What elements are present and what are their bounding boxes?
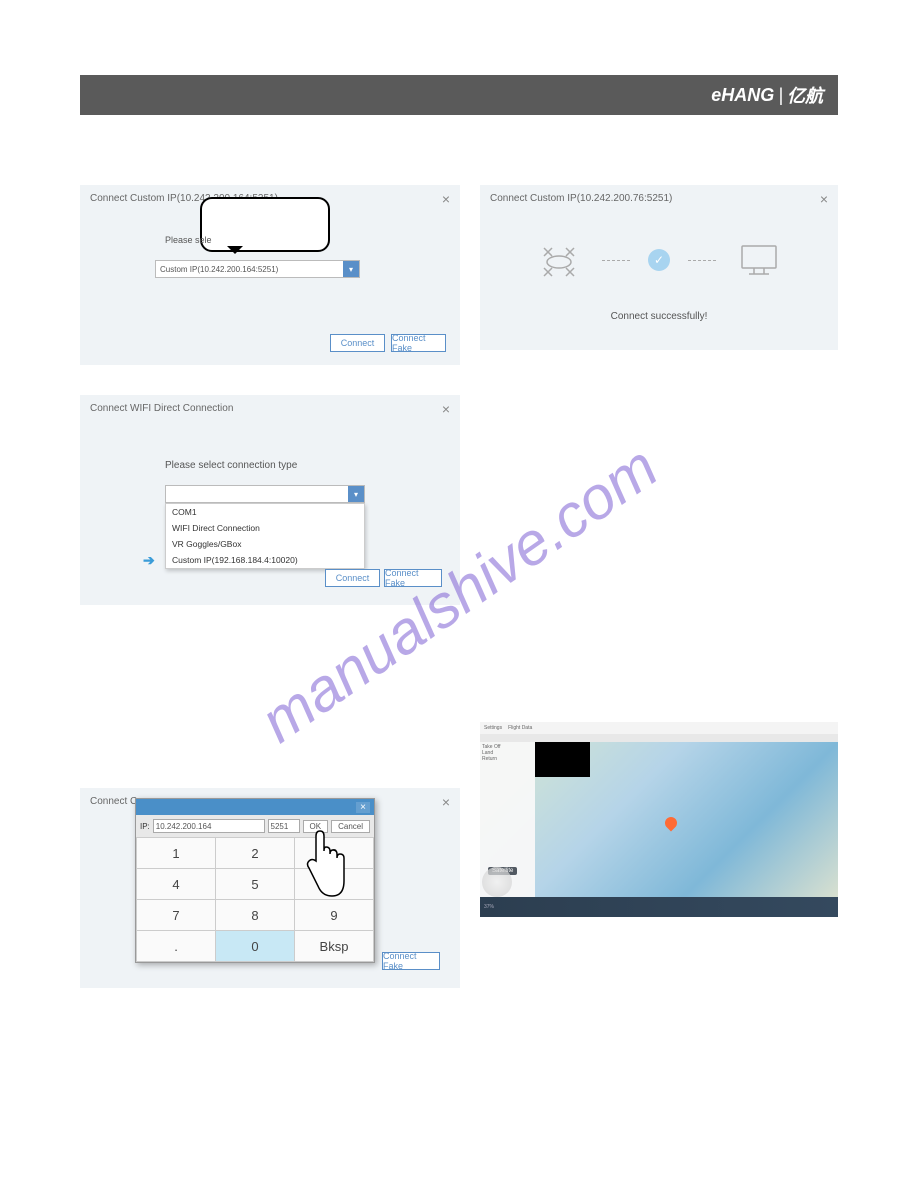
success-message: Connect successfully! — [480, 311, 838, 322]
key-7[interactable]: 7 — [137, 900, 215, 930]
dropdown-value: Custom IP(10.242.200.164:5251) — [160, 265, 278, 274]
pointer-arrow-icon: ➔ — [143, 552, 155, 569]
connection-dropdown[interactable]: Custom IP(10.242.200.164:5251) ▾ — [155, 260, 360, 278]
map-application-screenshot: Settings Flight Data Take Off Land Retur… — [480, 722, 838, 917]
battery-indicator: 37% — [484, 904, 494, 910]
keypad-titlebar: × — [136, 799, 374, 815]
close-icon[interactable]: × — [820, 191, 828, 207]
chevron-down-icon: ▾ — [348, 486, 364, 502]
sidebar-item[interactable]: Return — [482, 756, 533, 762]
key-2[interactable]: 2 — [216, 838, 294, 868]
header-bar: eHANG | 亿航 — [80, 75, 838, 115]
status-bar: 37% — [480, 897, 838, 917]
dropdown-option[interactable]: VR Goggles/GBox — [166, 536, 364, 552]
monitor-icon — [734, 240, 784, 280]
menu-item[interactable]: Flight Data — [508, 725, 532, 731]
dropdown-list: COM1 WIFI Direct Connection VR Goggles/G… — [165, 503, 365, 569]
connect-fake-button[interactable]: Connect Fake — [391, 334, 446, 352]
dialog-wifi-direct: Connect WIFI Direct Connection × Please … — [80, 395, 460, 605]
key-5[interactable]: 5 — [216, 869, 294, 899]
port-input[interactable]: 5251 — [268, 819, 300, 833]
connection-line — [602, 260, 630, 261]
connect-button[interactable]: Connect — [325, 569, 380, 587]
key-9[interactable]: 9 — [295, 900, 373, 930]
checkmark-icon: ✓ — [648, 249, 670, 271]
connect-fake-button[interactable]: Connect Fake — [382, 952, 440, 970]
drone-icon — [534, 240, 584, 280]
virtual-joystick[interactable] — [482, 867, 512, 897]
dropdown-option[interactable]: COM1 — [166, 504, 364, 520]
dialog-title: Connect Custom IP(10.242.200.76:5251) — [490, 193, 672, 204]
key-0[interactable]: 0 — [216, 931, 294, 961]
dropdown-option[interactable]: WIFI Direct Connection — [166, 520, 364, 536]
dialog-connect-custom-ip-1: Connect Custom IP(10.242.200.164:5251) ×… — [80, 185, 460, 365]
connection-line — [688, 260, 716, 261]
close-icon[interactable]: × — [442, 401, 450, 417]
brand-divider: | — [778, 85, 783, 106]
ip-label: IP: — [140, 822, 150, 831]
close-icon[interactable]: × — [442, 794, 450, 810]
select-label: Please select connection type — [165, 460, 297, 471]
map-canvas[interactable]: Take Off Land Return Satellite — [480, 742, 838, 897]
dropdown-option[interactable]: Custom IP(192.168.184.4:10020) — [166, 552, 364, 568]
keypad-close-icon[interactable]: × — [356, 802, 370, 813]
connect-button[interactable]: Connect — [330, 334, 385, 352]
connection-dropdown-open: ▾ COM1 WIFI Direct Connection VR Goggles… — [165, 485, 365, 569]
key-backspace[interactable]: Bksp — [295, 931, 373, 961]
brand-cn: 亿航 — [787, 82, 823, 108]
key-1[interactable]: 1 — [137, 838, 215, 868]
ip-input[interactable]: 10.242.200.164 — [153, 819, 265, 833]
close-icon[interactable]: × — [442, 191, 450, 207]
video-preview[interactable] — [535, 742, 590, 777]
dialog-ip-keypad: Connect Cus × × IP: 10.242.200.164 5251 … — [80, 788, 460, 988]
key-dot[interactable]: . — [137, 931, 215, 961]
connection-illustration: ✓ — [534, 240, 784, 280]
select-label: Please sele — [165, 235, 212, 245]
dialog-connect-success: Connect Custom IP(10.242.200.76:5251) × … — [480, 185, 838, 350]
menu-item[interactable]: Settings — [484, 725, 502, 731]
dropdown-head[interactable]: ▾ — [165, 485, 365, 503]
dialog-title: Connect WIFI Direct Connection — [90, 403, 233, 414]
app-menubar: Settings Flight Data — [480, 722, 838, 734]
app-toolbar — [480, 734, 838, 742]
finger-pointer-icon — [300, 826, 350, 901]
brand-logo: eHANG — [711, 85, 774, 106]
key-4[interactable]: 4 — [137, 869, 215, 899]
map-marker-icon[interactable] — [663, 815, 680, 832]
connect-fake-button[interactable]: Connect Fake — [384, 569, 442, 587]
key-8[interactable]: 8 — [216, 900, 294, 930]
chevron-down-icon: ▾ — [343, 261, 359, 277]
speech-bubble — [200, 197, 330, 252]
